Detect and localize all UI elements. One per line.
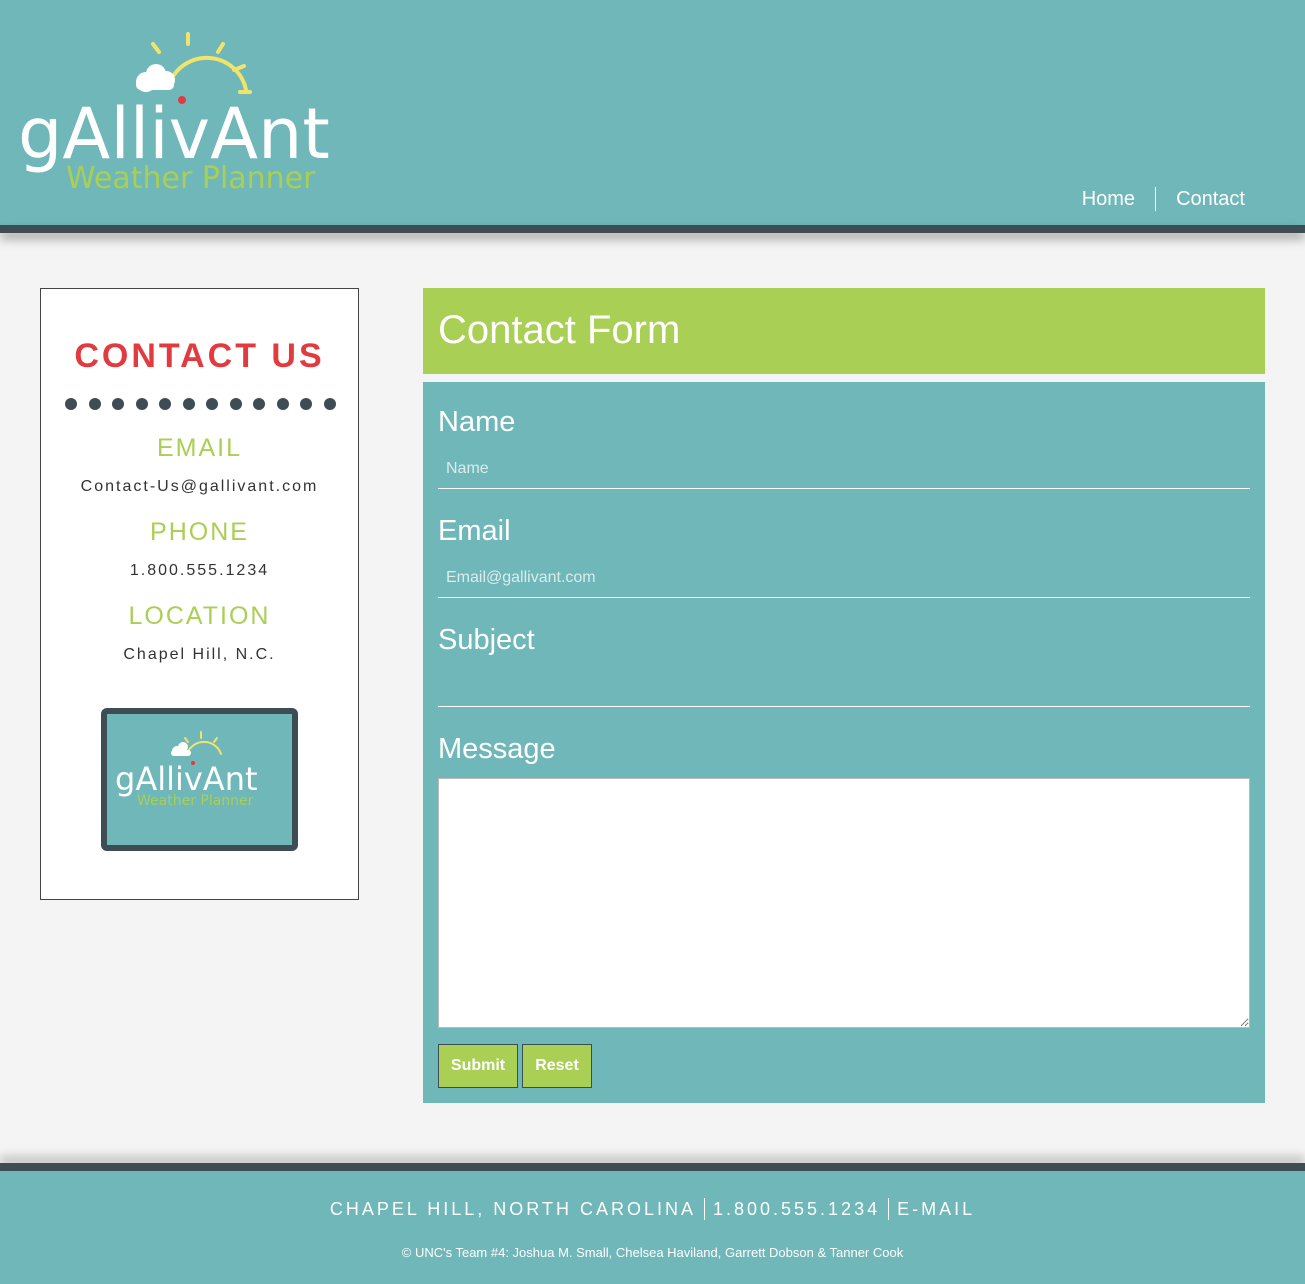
tablet-logo: gAllivAnt Weather Planner	[115, 731, 258, 809]
reset-button[interactable]: Reset	[522, 1044, 592, 1088]
footer-divider	[703, 1198, 705, 1220]
location-heading: LOCATION	[128, 602, 271, 630]
email-label: Email	[438, 515, 511, 547]
dot-divider	[65, 398, 336, 410]
contact-form: Name Email Subject Message Submit Reset	[423, 382, 1265, 1103]
message-textarea[interactable]	[438, 778, 1250, 1028]
email-value[interactable]: Contact-Us@gallivant.com	[41, 478, 358, 496]
tablet-logo-image: gAllivAnt Weather Planner	[101, 708, 298, 851]
site-header: gAllivAnt Weather Planner Home Contact	[0, 0, 1305, 225]
footer-info: CHAPEL HILL, NORTH CAROLINA 1.800.555.12…	[0, 1198, 1305, 1220]
submit-button[interactable]: Submit	[438, 1044, 518, 1088]
message-label: Message	[438, 733, 556, 765]
phone-heading: PHONE	[150, 518, 249, 546]
header-divider-bar	[0, 225, 1305, 233]
subject-label: Subject	[438, 624, 535, 656]
main-nav: Home Contact	[1062, 186, 1265, 212]
email-input[interactable]	[438, 558, 1250, 598]
footer-phone: 1.800.555.1234	[712, 1198, 881, 1219]
name-input[interactable]	[438, 449, 1250, 489]
phone-value: 1.800.555.1234	[129, 562, 270, 579]
contact-form-header: Contact Form	[423, 288, 1265, 374]
name-label: Name	[438, 406, 516, 438]
nav-home-link[interactable]: Home	[1062, 186, 1155, 212]
email-heading: EMAIL	[156, 434, 243, 462]
location-value: Chapel Hill, N.C.	[123, 646, 276, 663]
nav-contact-link[interactable]: Contact	[1156, 186, 1265, 212]
logo-tagline: Weather Planner	[66, 161, 316, 196]
contact-info-card: CONTACT US EMAIL Contact-Us@gallivant.co…	[40, 288, 359, 900]
contact-form-title: Contact Form	[438, 308, 681, 352]
subject-input[interactable]	[438, 667, 1250, 707]
footer-divider-bar	[0, 1163, 1305, 1171]
footer-divider	[888, 1198, 890, 1220]
site-footer: CHAPEL HILL, NORTH CAROLINA 1.800.555.12…	[0, 1171, 1305, 1284]
contact-us-heading: CONTACT US	[74, 337, 325, 375]
footer-copyright: © UNC's Team #4: Joshua M. Small, Chelse…	[401, 1245, 904, 1260]
gallivant-logo[interactable]: gAllivAnt Weather Planner	[18, 30, 378, 200]
footer-email-link[interactable]: E-MAIL	[897, 1199, 975, 1220]
footer-location: CHAPEL HILL, NORTH CAROLINA	[329, 1198, 696, 1219]
tablet-logo-tagline: Weather Planner	[137, 793, 254, 809]
